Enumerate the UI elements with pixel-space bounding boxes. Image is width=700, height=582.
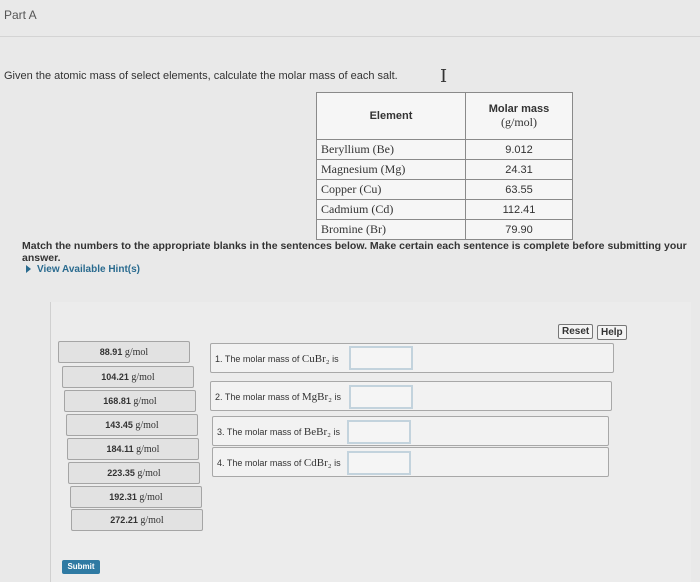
chip-unit: g/mol [131, 372, 155, 383]
salt-formula: MgBr₂ [301, 391, 333, 403]
salt-formula: BeBr₂ [303, 426, 331, 438]
element-mass: 63.55 [465, 179, 573, 200]
answer-chip[interactable]: 104.21 g/mol [62, 366, 194, 388]
element-name: Magnesium (Mg) [316, 159, 466, 180]
text-cursor-icon: I [440, 66, 448, 87]
drop-target-blank[interactable] [349, 346, 413, 370]
element-mass: 79.90 [465, 219, 573, 240]
divider [0, 36, 700, 37]
question-text: Given the atomic mass of select elements… [4, 70, 398, 82]
sentence-text: 2. The molar mass of MgBr₂ is [215, 391, 341, 403]
instructions-text: Match the numbers to the appropriate bla… [22, 240, 687, 264]
chip-unit: g/mol [140, 515, 164, 526]
table-row: Copper (Cu) 63.55 [316, 179, 573, 200]
chip-value: 143.45 [105, 420, 133, 430]
view-hints-link[interactable]: View Available Hint(s) [26, 264, 140, 275]
element-name: Copper (Cu) [316, 179, 466, 200]
view-hints-label: View Available Hint(s) [37, 264, 140, 275]
drop-target-blank[interactable] [347, 420, 411, 444]
element-name: Bromine (Br) [316, 219, 466, 240]
sentence-prefix: 3. The molar mass of [217, 427, 302, 437]
table-header-row: Element Molar mass (g/mol) [316, 92, 573, 140]
sentence-prefix: 1. The molar mass of [215, 354, 300, 364]
sentence-suffix: is [334, 458, 341, 468]
table-row: Cadmium (Cd) 112.41 [316, 199, 573, 220]
element-mass: 112.41 [465, 199, 573, 220]
submit-button[interactable]: Submit [62, 560, 100, 574]
chip-unit: g/mol [136, 444, 160, 455]
sentence-text: 4. The molar mass of CdBr₂ is [217, 457, 341, 469]
sentence-2: 2. The molar mass of MgBr₂ is [210, 381, 612, 411]
answer-chip[interactable]: 168.81 g/mol [64, 390, 196, 412]
chip-unit: g/mol [135, 420, 159, 431]
chip-value: 272.21 [110, 515, 138, 525]
chip-unit: g/mol [124, 347, 149, 358]
molar-mass-header-label: Molar mass [488, 102, 550, 115]
chip-unit: g/mol [137, 468, 161, 479]
answer-chip[interactable]: 184.11 g/mol [67, 438, 199, 460]
help-button[interactable]: Help [597, 325, 627, 340]
sentence-4: 4. The molar mass of CdBr₂ is [212, 447, 609, 477]
molar-mass-column-header: Molar mass (g/mol) [465, 92, 573, 140]
chip-value: 104.21 [101, 372, 129, 382]
element-mass: 24.31 [465, 159, 573, 180]
sentence-prefix: 2. The molar mass of [215, 392, 300, 402]
answer-chip[interactable]: 88.91 g/mol [58, 341, 190, 363]
sentence-suffix: is [333, 427, 340, 437]
element-mass: 9.012 [465, 139, 573, 160]
sentence-suffix: is [332, 354, 339, 364]
sentence-suffix: is [334, 392, 342, 402]
answer-chip[interactable]: 223.35 g/mol [68, 462, 200, 484]
molar-mass-table: Element Molar mass (g/mol) Beryllium (Be… [316, 92, 573, 240]
expand-triangle-icon [26, 265, 31, 274]
salt-formula: CuBr₂ [301, 353, 330, 365]
drop-target-blank[interactable] [347, 451, 411, 475]
chip-value: 168.81 [103, 396, 131, 406]
element-name: Beryllium (Be) [316, 139, 466, 160]
chip-value: 88.91 [99, 347, 123, 357]
element-name: Cadmium (Cd) [316, 199, 466, 220]
table-row: Magnesium (Mg) 24.31 [316, 159, 573, 180]
chip-value: 223.35 [107, 468, 135, 478]
table-row: Beryllium (Be) 9.012 [316, 139, 573, 160]
sentence-3: 3. The molar mass of BeBr₂ is [212, 416, 609, 446]
drop-target-blank[interactable] [349, 385, 413, 409]
sentence-1: 1. The molar mass of CuBr₂ is [210, 343, 614, 373]
answer-chip[interactable]: 192.31 g/mol [70, 486, 202, 508]
sentence-prefix: 4. The molar mass of [217, 458, 302, 468]
chip-unit: g/mol [139, 492, 163, 503]
sentence-text: 1. The molar mass of CuBr₂ is [215, 353, 339, 365]
chip-value: 184.11 [106, 444, 134, 454]
chip-value: 192.31 [109, 492, 137, 502]
answer-chip[interactable]: 143.45 g/mol [66, 414, 198, 436]
chip-unit: g/mol [133, 396, 157, 407]
answer-chip[interactable]: 272.21 g/mol [71, 509, 203, 531]
table-row: Bromine (Br) 79.90 [316, 219, 573, 240]
sentence-text: 3. The molar mass of BeBr₂ is [217, 426, 340, 438]
reset-button[interactable]: Reset [558, 324, 594, 339]
element-column-header: Element [316, 92, 466, 140]
part-title: Part A [4, 8, 37, 22]
molar-mass-header-unit: (g/mol) [501, 114, 537, 129]
salt-formula: CdBr₂ [303, 457, 332, 469]
